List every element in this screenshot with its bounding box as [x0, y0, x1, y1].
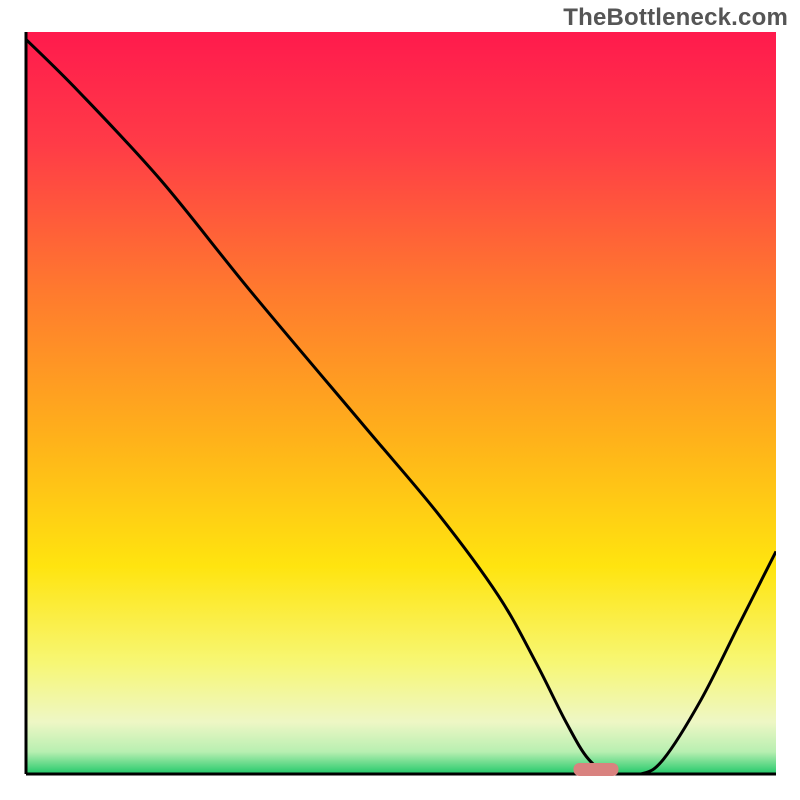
gradient-background	[26, 32, 776, 774]
optimal-marker	[574, 763, 619, 776]
watermark-label: TheBottleneck.com	[563, 4, 788, 32]
chart-stage: TheBottleneck.com	[0, 0, 800, 800]
bottleneck-chart	[0, 0, 800, 800]
